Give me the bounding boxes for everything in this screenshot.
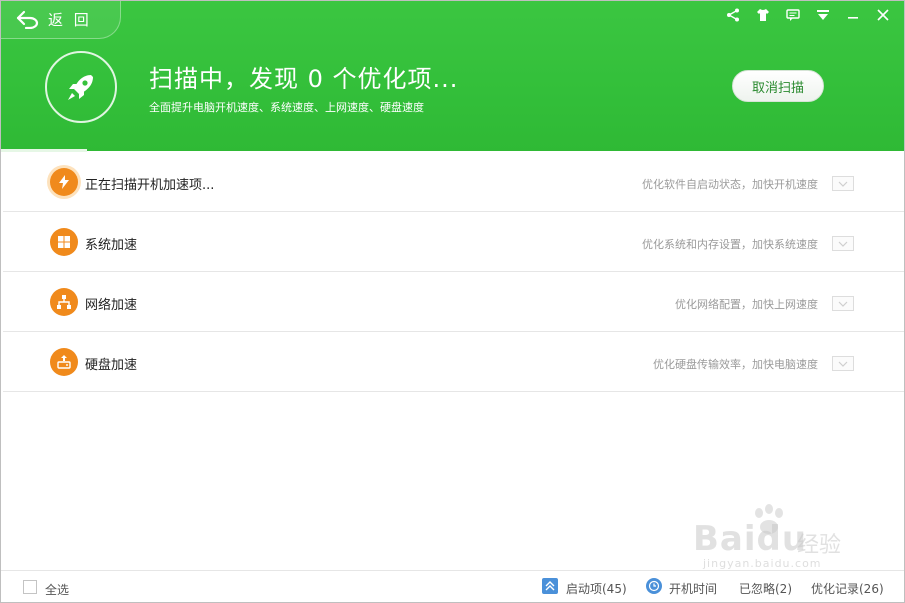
chevron-down-icon	[838, 241, 848, 247]
expand-dropdown[interactable]	[832, 236, 854, 251]
rocket-icon	[68, 75, 93, 100]
chevron-down-icon	[838, 181, 848, 187]
select-all-label: 全选	[45, 583, 70, 597]
disk-icon	[50, 348, 78, 376]
item-name: 硬盘加速	[85, 358, 138, 373]
app-window: 返 回 扫描中，发现 0 个优化项... 全面提升电脑开机速度、系统速度、上网速…	[0, 0, 905, 603]
expand-dropdown[interactable]	[832, 176, 854, 191]
message-icon[interactable]	[784, 6, 802, 24]
back-arrow-icon	[16, 10, 39, 29]
list-item-network[interactable]: 网络加速 优化网络配置，加快上网速度	[3, 272, 904, 332]
list-item-system[interactable]: 系统加速 优化系统和内存设置，加快系统速度	[3, 212, 904, 272]
item-desc: 优化网络配置，加快上网速度	[675, 298, 818, 311]
close-icon[interactable]	[874, 6, 892, 24]
item-name: 系统加速	[85, 238, 138, 253]
item-desc: 优化系统和内存设置，加快系统速度	[642, 238, 818, 251]
list-item-disk[interactable]: 硬盘加速 优化硬盘传输效率，加快电脑速度	[3, 332, 904, 392]
history-link[interactable]: 优化记录(26)	[811, 580, 884, 597]
list-item-boot[interactable]: 正在扫描开机加速项... 优化软件自启动状态，加快开机速度	[3, 152, 904, 212]
item-name: 网络加速	[85, 298, 138, 313]
header-banner: 返 回 扫描中，发现 0 个优化项... 全面提升电脑开机速度、系统速度、上网速…	[1, 1, 904, 152]
windows-icon	[50, 228, 78, 256]
cancel-scan-button[interactable]: 取消扫描	[732, 70, 824, 102]
optimization-list: 正在扫描开机加速项... 优化软件自启动状态，加快开机速度 系统加速 优化系统和…	[1, 152, 904, 392]
watermark-url: jingyan.baidu.com	[703, 557, 822, 570]
network-icon	[50, 288, 78, 316]
skin-shirt-icon[interactable]	[754, 6, 772, 24]
boot-time-link[interactable]: 开机时间	[669, 580, 717, 597]
chevron-down-icon	[838, 301, 848, 307]
item-desc: 优化软件自启动状态，加快开机速度	[642, 178, 818, 191]
scan-headline: 扫描中，发现 0 个优化项...	[149, 65, 459, 93]
minimize-icon[interactable]	[844, 6, 862, 24]
rocket-badge	[45, 51, 117, 123]
startup-items-link[interactable]: 启动项(45)	[566, 580, 627, 597]
item-name: 正在扫描开机加速项...	[85, 178, 215, 193]
watermark-cn: 经验	[797, 533, 842, 558]
window-controls	[724, 6, 892, 24]
back-button[interactable]: 返 回	[1, 1, 121, 39]
clock-icon	[646, 578, 662, 594]
watermark-logo: Baidu	[693, 519, 808, 559]
share-icon[interactable]	[724, 6, 742, 24]
scan-subline: 全面提升电脑开机速度、系统速度、上网速度、硬盘速度	[149, 101, 424, 114]
footer-bar: 全选 启动项(45) 开机时间 已忽略(2) 优化记录(26)	[1, 570, 904, 602]
lightning-icon	[50, 168, 78, 196]
baidu-watermark: Baidu 经验 jingyan.baidu.com	[693, 504, 863, 571]
menu-dropdown-icon[interactable]	[814, 6, 832, 24]
ignored-link[interactable]: 已忽略(2)	[739, 580, 792, 597]
chevron-down-icon	[838, 361, 848, 367]
expand-dropdown[interactable]	[832, 356, 854, 371]
item-desc: 优化硬盘传输效率，加快电脑速度	[653, 358, 818, 371]
startup-icon	[542, 578, 558, 594]
expand-dropdown[interactable]	[832, 296, 854, 311]
back-label: 返 回	[48, 10, 92, 29]
select-all-checkbox[interactable]	[23, 580, 37, 594]
